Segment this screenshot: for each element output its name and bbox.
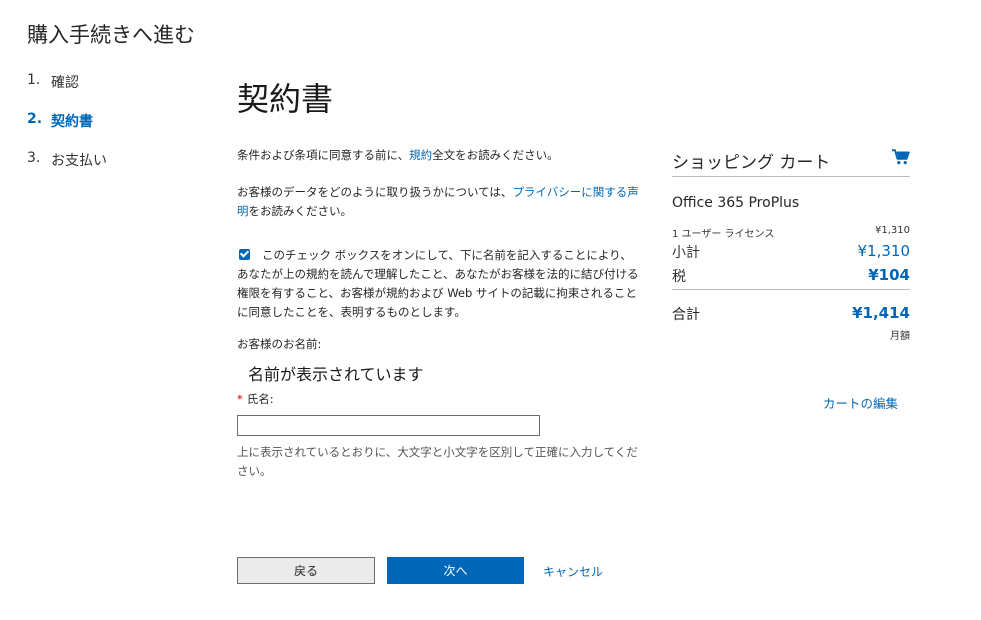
subtotal-value: ¥1,310	[857, 242, 911, 260]
total-label: 合計	[672, 307, 700, 323]
next-button[interactable]: 次へ	[387, 557, 524, 584]
tax-row: 税 ¥104	[672, 266, 910, 286]
cart-divider	[672, 289, 910, 290]
privacy-text: お客様のデータをどのように取り扱うかについては、プライバシーに関する声明をお読み…	[237, 183, 639, 221]
license-label: 1 ユーザー ライセンス	[672, 229, 775, 240]
step-confirm[interactable]: 1. 確認	[27, 70, 107, 109]
total-row: 合計 ¥1,414	[672, 304, 910, 324]
required-mark: *	[237, 392, 243, 406]
full-name-label-text: 氏名:	[246, 392, 274, 406]
section-title: 契約書	[237, 80, 334, 118]
page-title: 購入手続きへ進む	[27, 23, 195, 47]
step-label: お支払い	[51, 153, 107, 169]
tax-value: ¥104	[868, 266, 910, 284]
product-name: Office 365 ProPlus	[672, 195, 800, 211]
name-hint: 上に表示されているとおりに、大文字と小文字を区別して正確に入力してください。	[237, 445, 638, 478]
step-number: 3.	[27, 150, 41, 166]
full-name-input[interactable]	[237, 415, 540, 436]
license-price: ¥1,310	[875, 225, 910, 236]
step-agreement[interactable]: 2. 契約書	[27, 109, 107, 148]
cart-title: ショッピング カート	[672, 153, 831, 173]
cart-divider	[672, 176, 910, 177]
consent-block: このチェック ボックスをオンにして、下に名前を記入することにより、あなたが上の規…	[237, 246, 639, 322]
billing-period: 月額	[890, 331, 910, 342]
full-name-label: * 氏名:	[237, 391, 274, 407]
subtotal-label: 小計	[672, 245, 700, 261]
step-number: 2.	[27, 111, 43, 127]
step-number: 1.	[27, 72, 41, 88]
privacy-text-before: お客様のデータをどのように取り扱うかについては、	[237, 185, 513, 199]
shopping-cart-icon[interactable]	[892, 149, 910, 165]
edit-cart-link[interactable]: カートの編集	[823, 393, 898, 412]
tax-label: 税	[672, 269, 686, 285]
cancel-link[interactable]: キャンセル	[543, 563, 603, 580]
subtotal-row: 小計 ¥1,310	[672, 242, 910, 262]
total-value: ¥1,414	[852, 304, 910, 322]
step-nav: 1. 確認 2. 契約書 3. お支払い	[27, 70, 107, 187]
terms-text-after: 全文をお読みください。	[432, 148, 559, 162]
terms-link[interactable]: 規約	[409, 148, 432, 162]
customer-name-label: お客様のお名前:	[237, 337, 322, 351]
consent-text: このチェック ボックスをオンにして、下に名前を記入することにより、あなたが上の規…	[237, 248, 639, 319]
step-label: 契約書	[51, 114, 93, 130]
customer-name-display: 名前が表示されています	[248, 365, 424, 384]
consent-checkbox[interactable]	[239, 249, 250, 260]
license-row: 1 ユーザー ライセンス ¥1,310	[672, 225, 910, 240]
step-payment[interactable]: 3. お支払い	[27, 148, 107, 187]
terms-text: 条件および条項に同意する前に、規約全文をお読みください。	[237, 146, 639, 165]
step-label: 確認	[51, 75, 79, 91]
checkout-page: 購入手続きへ進む 1. 確認 2. 契約書 3. お支払い 契約書 条件および条…	[0, 0, 981, 620]
terms-text-before: 条件および条項に同意する前に、	[237, 148, 410, 162]
back-button[interactable]: 戻る	[237, 557, 375, 584]
privacy-text-after: をお読みください。	[248, 204, 353, 218]
